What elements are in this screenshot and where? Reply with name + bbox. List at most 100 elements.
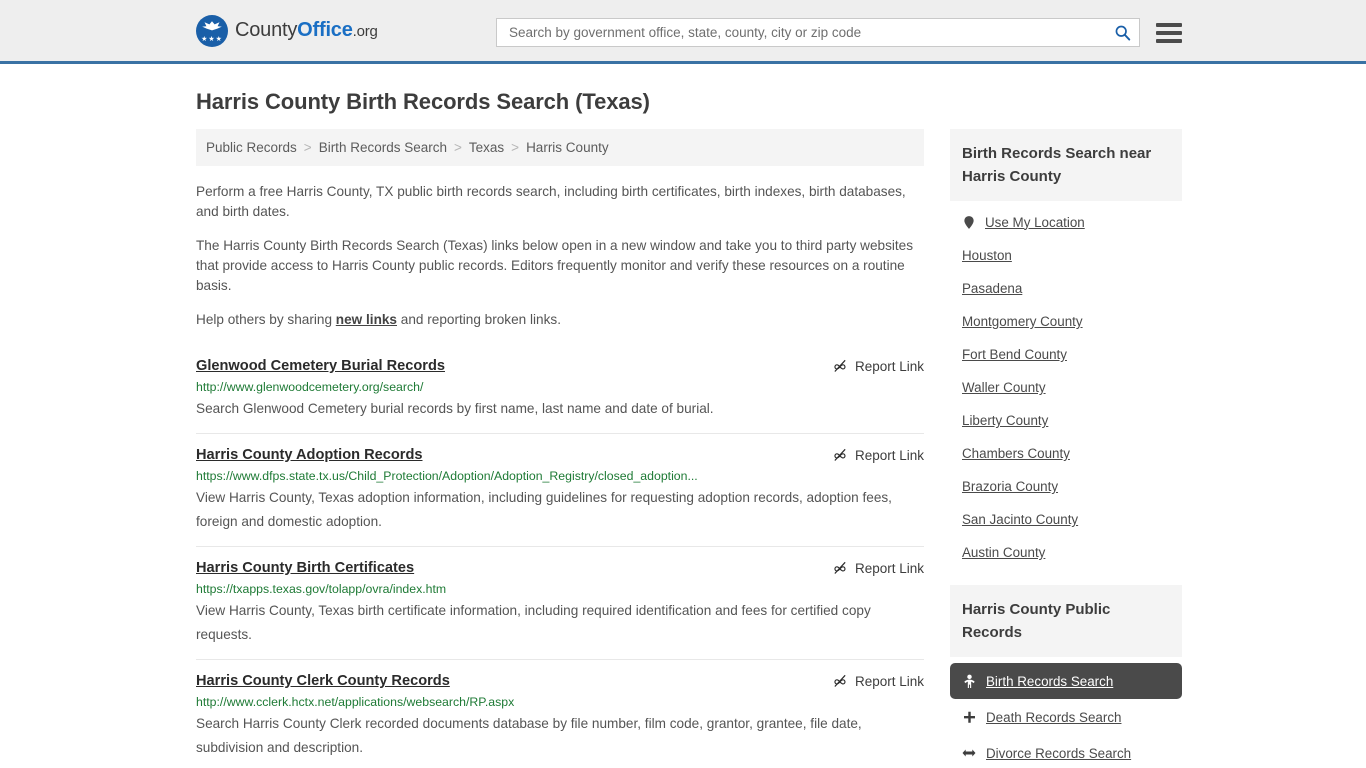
result-title-link[interactable]: Harris County Birth Certificates (196, 560, 414, 576)
search-input[interactable] (507, 24, 1114, 41)
intro-paragraph-1: Perform a free Harris County, TX public … (196, 184, 906, 219)
sidebar-item-brazoria-county[interactable]: Brazoria County (950, 470, 1182, 503)
intro-p3-before: Help others by sharing (196, 312, 336, 327)
sidebar-link-liberty-county[interactable]: Liberty County (962, 413, 1048, 428)
broken-link-icon (834, 448, 846, 461)
sidebar-item-fort-bend-county[interactable]: Fort Bend County (950, 338, 1182, 371)
sidebar-link-brazoria-county[interactable]: Brazoria County (962, 479, 1058, 494)
nearby-block: Birth Records Search near Harris County … (950, 129, 1182, 569)
nearby-list: Use My Location Houston Pasadena Montgom… (950, 201, 1182, 569)
map-pin-icon (962, 214, 976, 230)
public-records-list: Birth Records Search Death Records Searc… (950, 657, 1182, 768)
intro-text: Perform a free Harris County, TX public … (196, 182, 924, 330)
result-header: Glenwood Cemetery Burial Records Report … (196, 358, 924, 374)
content-columns: Public Records > Birth Records Search > … (196, 129, 1182, 768)
broken-link-icon (834, 359, 846, 372)
site-logo[interactable]: ★★★ CountyOffice.org (196, 14, 378, 47)
sidebar-link-use-my-location[interactable]: Use My Location (985, 215, 1085, 230)
broken-link-icon (834, 561, 846, 574)
stars-icon: ★★★ (201, 35, 223, 43)
result-title-link[interactable]: Harris County Adoption Records (196, 447, 423, 463)
result-description: Search Harris County Clerk recorded docu… (196, 716, 862, 755)
breadcrumb-item-harris-county[interactable]: Harris County (526, 140, 609, 155)
intro-paragraph-2: The Harris County Birth Records Search (… (196, 238, 914, 293)
new-links-link[interactable]: new links (336, 312, 397, 327)
search-icon[interactable] (1114, 24, 1131, 41)
sidebar-link-austin-county[interactable]: Austin County (962, 545, 1045, 560)
result-title-link[interactable]: Glenwood Cemetery Burial Records (196, 358, 445, 374)
report-link-button[interactable]: Report Link (816, 447, 924, 463)
result-header: Harris County Adoption Records Report Li… (196, 447, 924, 463)
sidebar-item-birth-records-search[interactable]: Birth Records Search (950, 663, 1182, 699)
sidebar-link-fort-bend-county[interactable]: Fort Bend County (962, 347, 1067, 362)
result-item: Harris County Birth Certificates Report … (196, 546, 924, 659)
intro-paragraph-3: Help others by sharing new links and rep… (196, 310, 924, 330)
sidebar-item-san-jacinto-county[interactable]: San Jacinto County (950, 503, 1182, 536)
breadcrumb: Public Records > Birth Records Search > … (196, 129, 924, 166)
logo-text: CountyOffice.org (235, 19, 378, 42)
result-header: Harris County Birth Certificates Report … (196, 560, 924, 576)
sidebar-item-montgomery-county[interactable]: Montgomery County (950, 305, 1182, 338)
sidebar-item-use-my-location[interactable]: Use My Location (950, 205, 1182, 239)
eagle-icon (202, 20, 222, 30)
breadcrumb-item-public-records[interactable]: Public Records (206, 140, 297, 155)
sidebar-item-waller-county[interactable]: Waller County (950, 371, 1182, 404)
breadcrumb-item-birth-records-search[interactable]: Birth Records Search (319, 140, 447, 155)
page-container: Harris County Birth Records Search (Texa… (0, 64, 1366, 768)
left-right-arrow-icon (962, 745, 976, 761)
result-url[interactable]: http://www.glenwoodcemetery.org/search/ (196, 380, 924, 394)
sidebar-link-death-records-search[interactable]: Death Records Search (986, 710, 1121, 725)
report-link-label: Report Link (854, 560, 924, 576)
sidebar-item-death-records-search[interactable]: Death Records Search (950, 699, 1182, 735)
sidebar-item-pasadena[interactable]: Pasadena (950, 272, 1182, 305)
sidebar-link-houston[interactable]: Houston (962, 248, 1012, 263)
hamburger-bar (1156, 22, 1182, 27)
breadcrumb-separator: > (454, 140, 462, 155)
sidebar-link-birth-records-search[interactable]: Birth Records Search (986, 674, 1113, 689)
plus-cross-icon (962, 709, 976, 725)
hamburger-bar (1156, 38, 1182, 43)
sidebar-link-divorce-records-search[interactable]: Divorce Records Search (986, 746, 1131, 761)
sidebar-link-montgomery-county[interactable]: Montgomery County (962, 314, 1083, 329)
breadcrumb-separator: > (303, 140, 312, 155)
broken-link-icon (834, 674, 846, 687)
nearby-heading: Birth Records Search near Harris County (950, 129, 1182, 201)
result-url[interactable]: https://www.dfps.state.tx.us/Child_Prote… (196, 469, 924, 483)
sidebar-link-chambers-county[interactable]: Chambers County (962, 446, 1070, 461)
report-link-button[interactable]: Report Link (816, 673, 924, 689)
result-description: Search Glenwood Cemetery burial records … (196, 401, 714, 416)
result-item: Glenwood Cemetery Burial Records Report … (196, 348, 924, 433)
results-list: Glenwood Cemetery Burial Records Report … (196, 348, 924, 768)
sidebar-item-liberty-county[interactable]: Liberty County (950, 404, 1182, 437)
logo-text-office: Office (297, 19, 353, 41)
report-link-button[interactable]: Report Link (816, 560, 924, 576)
breadcrumb-separator: > (511, 140, 520, 155)
sidebar-item-divorce-records-search[interactable]: Divorce Records Search (950, 735, 1182, 768)
hamburger-menu-icon[interactable] (1156, 22, 1182, 43)
result-url[interactable]: http://www.cclerk.hctx.net/applications/… (196, 695, 924, 709)
report-link-button[interactable]: Report Link (816, 358, 924, 374)
result-url[interactable]: https://txapps.texas.gov/tolapp/ovra/ind… (196, 582, 924, 596)
sidebar-link-waller-county[interactable]: Waller County (962, 380, 1046, 395)
sidebar-link-san-jacinto-county[interactable]: San Jacinto County (962, 512, 1078, 527)
result-description: View Harris County, Texas birth certific… (196, 603, 871, 642)
search-box[interactable] (496, 18, 1140, 47)
intro-p3-after: and reporting broken links. (397, 312, 561, 327)
sidebar-item-chambers-county[interactable]: Chambers County (950, 437, 1182, 470)
result-item: Harris County Adoption Records Report Li… (196, 433, 924, 546)
public-records-heading: Harris County Public Records (950, 585, 1182, 657)
result-title-link[interactable]: Harris County Clerk County Records (196, 673, 450, 689)
sidebar-item-houston[interactable]: Houston (950, 239, 1182, 272)
page-title: Harris County Birth Records Search (Texa… (196, 89, 650, 114)
hamburger-bar (1156, 30, 1182, 35)
logo-text-county: County (235, 19, 298, 41)
breadcrumb-item-texas[interactable]: Texas (469, 140, 504, 155)
report-link-label: Report Link (854, 447, 924, 463)
site-header: ★★★ CountyOffice.org (0, 0, 1366, 64)
sidebar-link-pasadena[interactable]: Pasadena (962, 281, 1022, 296)
baby-icon (962, 673, 976, 689)
logo-text-org: .org (352, 23, 378, 40)
header-search-zone (496, 18, 1182, 47)
sidebar-item-austin-county[interactable]: Austin County (950, 536, 1182, 569)
result-item: Harris County Clerk County Records Repor… (196, 659, 924, 768)
